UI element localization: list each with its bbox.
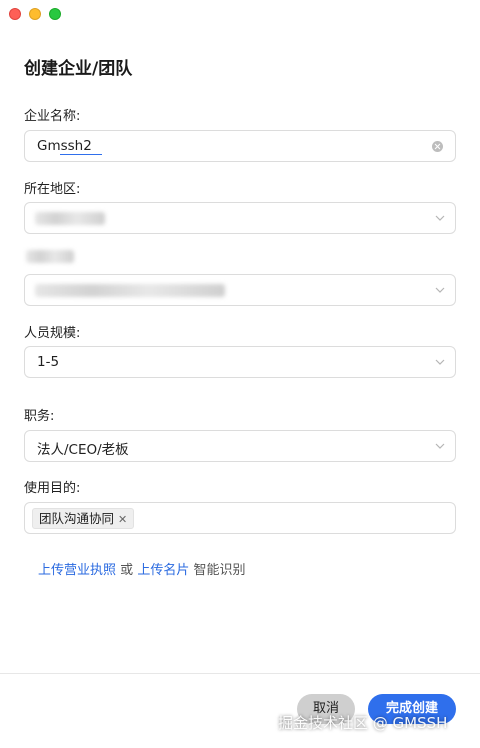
region-select[interactable] [24, 202, 456, 234]
position-value: 法人/CEO/老板 [37, 442, 129, 458]
team-size-value: 1-5 [37, 354, 60, 370]
redacted-select[interactable] [24, 274, 456, 306]
minimize-window-button[interactable] [29, 8, 41, 20]
purpose-tag-label: 团队沟通协同 [39, 511, 115, 526]
team-size-label: 人员规模: [24, 326, 81, 341]
remove-tag-icon[interactable]: ✕ [118, 513, 127, 526]
upload-card-link[interactable]: 上传名片 [137, 563, 189, 578]
window-titlebar [0, 0, 480, 28]
redacted-label [26, 250, 74, 263]
chevron-down-icon [435, 359, 445, 365]
region-value-redacted [35, 212, 105, 225]
region-label: 所在地区: [24, 182, 81, 197]
text-cursor [60, 154, 102, 155]
purpose-tag: 团队沟通协同 ✕ [32, 508, 135, 529]
company-name-input[interactable]: Gmssh2 [24, 130, 456, 162]
upload-license-link[interactable]: 上传营业执照 [38, 563, 116, 578]
close-window-button[interactable] [9, 8, 21, 20]
position-select[interactable]: 法人/CEO/老板 [24, 430, 456, 462]
company-name-value: Gmssh2 [37, 138, 92, 154]
position-label: 职务: [24, 409, 55, 424]
upload-or-text: 或 [120, 563, 134, 578]
purpose-label: 使用目的: [24, 481, 81, 496]
purpose-multiselect[interactable]: 团队沟通协同 ✕ [24, 502, 456, 534]
page-title: 创建企业/团队 [24, 59, 133, 79]
zoom-window-button[interactable] [49, 8, 61, 20]
redacted-value [35, 284, 225, 297]
chevron-down-icon [435, 215, 445, 221]
team-size-select[interactable]: 1-5 [24, 346, 456, 378]
company-name-label: 企业名称: [24, 109, 81, 124]
clear-icon[interactable] [432, 141, 443, 152]
upload-hint: 上传营业执照 或 上传名片 智能识别 [38, 559, 245, 578]
upload-suffix-text: 智能识别 [193, 563, 246, 578]
chevron-down-icon [435, 443, 445, 449]
watermark: 掘金技术社区 @ GMSSH [278, 714, 448, 732]
chevron-down-icon [435, 287, 445, 293]
footer-divider [0, 673, 480, 674]
